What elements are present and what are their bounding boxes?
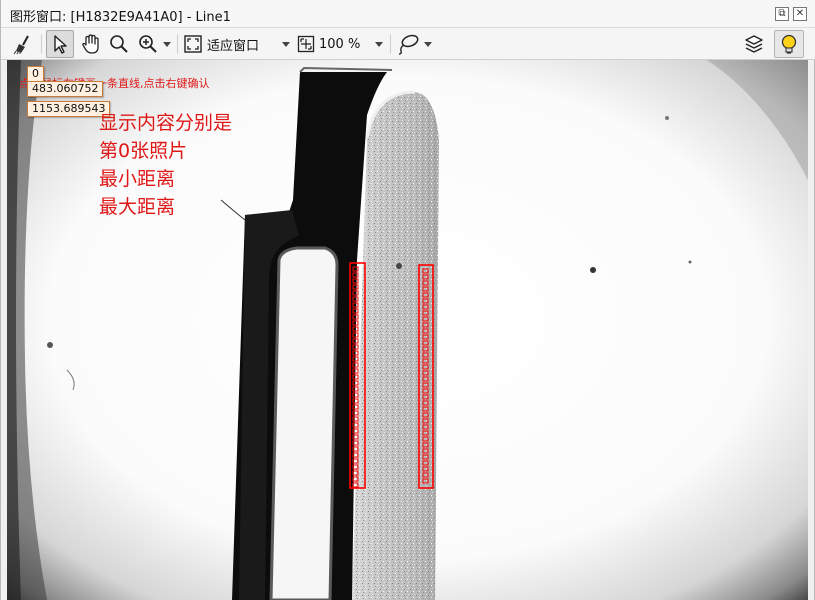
note-line-3: 最小距离	[99, 168, 176, 190]
hand-pan-icon	[82, 34, 99, 54]
chevron-down-icon[interactable]	[163, 42, 171, 47]
toolbar-separator	[177, 34, 178, 54]
select-tool-button[interactable]	[46, 30, 74, 58]
fit-window-label: 适应窗口	[207, 38, 260, 54]
layers-icon	[745, 35, 763, 53]
note-line-1: 显示内容分别是	[99, 112, 233, 134]
restore-button[interactable]: ⧉	[775, 7, 789, 21]
graphics-window: 图形窗口: [H1832E9A41A0] - Line1 ⧉ ✕ 适应窗口 10…	[0, 0, 815, 600]
window-title: 图形窗口: [H1832E9A41A0] - Line1	[10, 10, 231, 25]
pan-tool-button[interactable]	[77, 30, 105, 58]
fit-window-dropdown[interactable]: 适应窗口	[183, 30, 283, 58]
lasso-tool-button[interactable]	[395, 30, 421, 58]
note-line-2: 第0张照片	[99, 140, 188, 162]
zoom-percent-icon	[297, 35, 315, 53]
layers-button[interactable]	[740, 30, 768, 58]
toolbar-separator	[41, 34, 42, 54]
image-index-tag: 0	[27, 66, 44, 82]
zoom-in-icon	[139, 35, 157, 53]
zoom-in-button[interactable]	[135, 30, 161, 58]
chevron-down-icon[interactable]	[282, 42, 290, 47]
image-canvas[interactable]: 点击鼠标左键画一条直线,点击右键确认 0 483.060752 1153.689…	[7, 60, 808, 600]
lightbulb-icon	[781, 34, 797, 54]
clear-brush-button[interactable]	[11, 30, 37, 58]
lasso-icon	[398, 34, 419, 55]
fit-window-icon	[184, 35, 202, 53]
note-line-4: 最大距离	[99, 196, 176, 218]
title-bar: 图形窗口: [H1832E9A41A0] - Line1 ⧉ ✕	[1, 0, 815, 28]
zoom-percent-label: 100 %	[319, 36, 361, 52]
toolbar: 适应窗口 100 %	[1, 28, 815, 60]
max-distance-tag: 1153.689543	[27, 101, 111, 117]
chevron-down-icon[interactable]	[424, 42, 432, 47]
lightbulb-button[interactable]	[774, 30, 804, 58]
chevron-down-icon[interactable]	[375, 42, 383, 47]
close-button[interactable]: ✕	[793, 7, 807, 21]
pointer-select-icon	[54, 35, 67, 54]
min-distance-tag: 483.060752	[27, 81, 104, 97]
clear-brush-icon	[13, 35, 29, 55]
zoom-tool-button[interactable]	[107, 30, 131, 58]
zoom-percent-dropdown[interactable]: 100 %	[297, 30, 377, 58]
toolbar-separator	[390, 34, 391, 54]
magnifier-icon	[110, 35, 128, 53]
